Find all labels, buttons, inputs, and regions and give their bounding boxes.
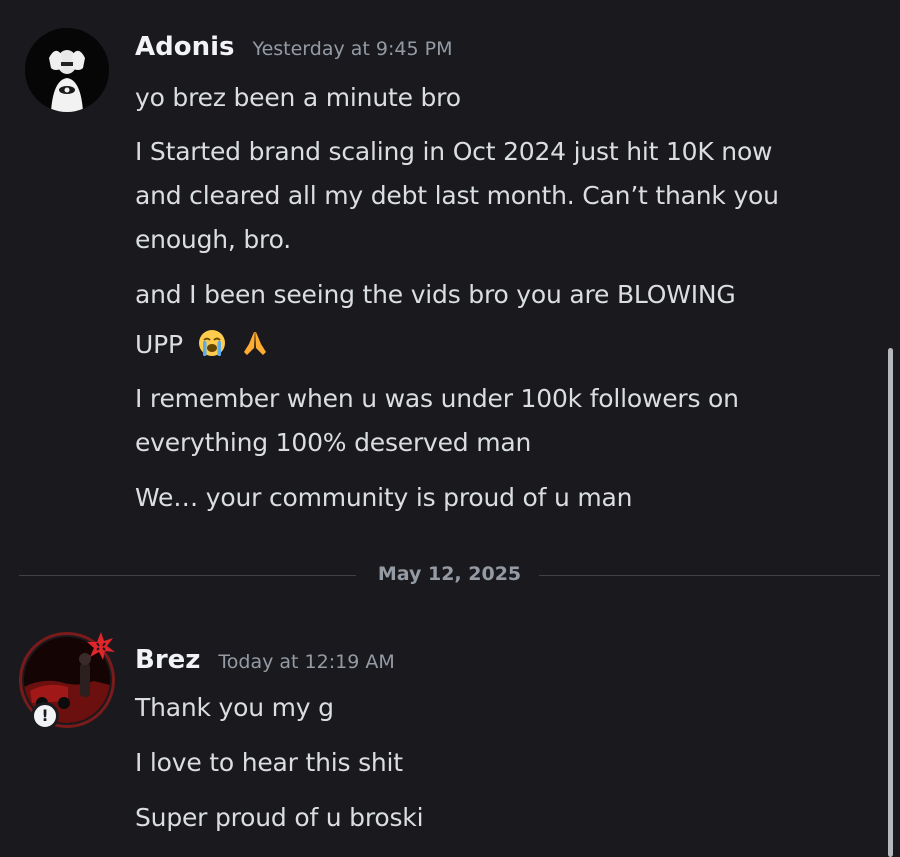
username-adonis[interactable]: Adonis bbox=[135, 32, 235, 62]
username-brez[interactable]: Brez bbox=[135, 645, 200, 675]
message-text: enough, bro. bbox=[135, 225, 291, 254]
timestamp-brez[interactable]: Today at 12:19 AM bbox=[218, 651, 394, 673]
folded-hands-emoji-icon bbox=[240, 328, 270, 372]
avatar-adonis[interactable] bbox=[25, 28, 109, 112]
loudly-crying-face-emoji-icon bbox=[197, 328, 227, 372]
message-text: Super proud of u broski bbox=[135, 803, 424, 832]
message-text: and I been seeing the vids bro you are B… bbox=[135, 280, 736, 309]
message-header-adonis: Adonis Yesterday at 9:45 PM bbox=[135, 32, 452, 62]
divider-line-right bbox=[539, 575, 880, 576]
message-text: everything 100% deserved man bbox=[135, 428, 532, 457]
timestamp-adonis[interactable]: Yesterday at 9:45 PM bbox=[253, 38, 453, 60]
status-badge-icon: ! bbox=[31, 702, 59, 730]
message-text: We… your community is proud of u man bbox=[135, 483, 633, 512]
scrollbar[interactable] bbox=[888, 348, 893, 857]
message-line-with-emojis: UPP bbox=[135, 323, 270, 372]
message-text: I Started brand scaling in Oct 2024 just… bbox=[135, 137, 773, 166]
avatar-brez-container[interactable]: ! bbox=[19, 632, 115, 730]
message-text: Thank you my g bbox=[135, 693, 334, 722]
anger-burst-icon bbox=[87, 632, 115, 660]
message-text: and cleared all my debt last month. Can’… bbox=[135, 181, 779, 210]
message-text: yo brez been a minute bro bbox=[135, 83, 461, 112]
message-header-brez: Brez Today at 12:19 AM bbox=[135, 645, 395, 675]
message-text: I love to hear this shit bbox=[135, 748, 403, 777]
date-divider: May 12, 2025 bbox=[19, 561, 880, 591]
chat-message-list[interactable]: Adonis Yesterday at 9:45 PM yo brez been… bbox=[0, 0, 900, 857]
message-text: I remember when u was under 100k followe… bbox=[135, 384, 739, 413]
avatar-adonis-image bbox=[25, 28, 109, 112]
message-text: UPP bbox=[135, 330, 183, 359]
date-divider-label: May 12, 2025 bbox=[377, 563, 522, 585]
